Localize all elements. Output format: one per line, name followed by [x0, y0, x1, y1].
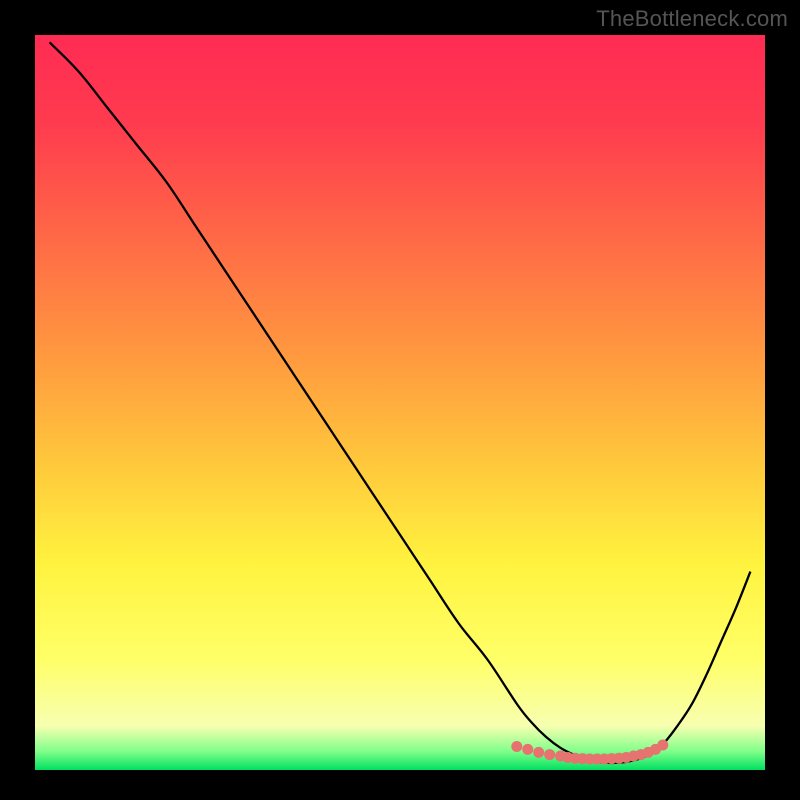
optimal-marker-dot [533, 747, 544, 758]
optimal-marker-dot [522, 744, 533, 755]
watermark-text: TheBottleneck.com [596, 6, 788, 32]
optimal-marker-dot [544, 749, 555, 760]
plot-background [35, 35, 765, 770]
bottleneck-chart [0, 0, 800, 800]
optimal-marker-dot [511, 741, 522, 752]
optimal-marker-dot [657, 740, 668, 751]
chart-container: TheBottleneck.com [0, 0, 800, 800]
